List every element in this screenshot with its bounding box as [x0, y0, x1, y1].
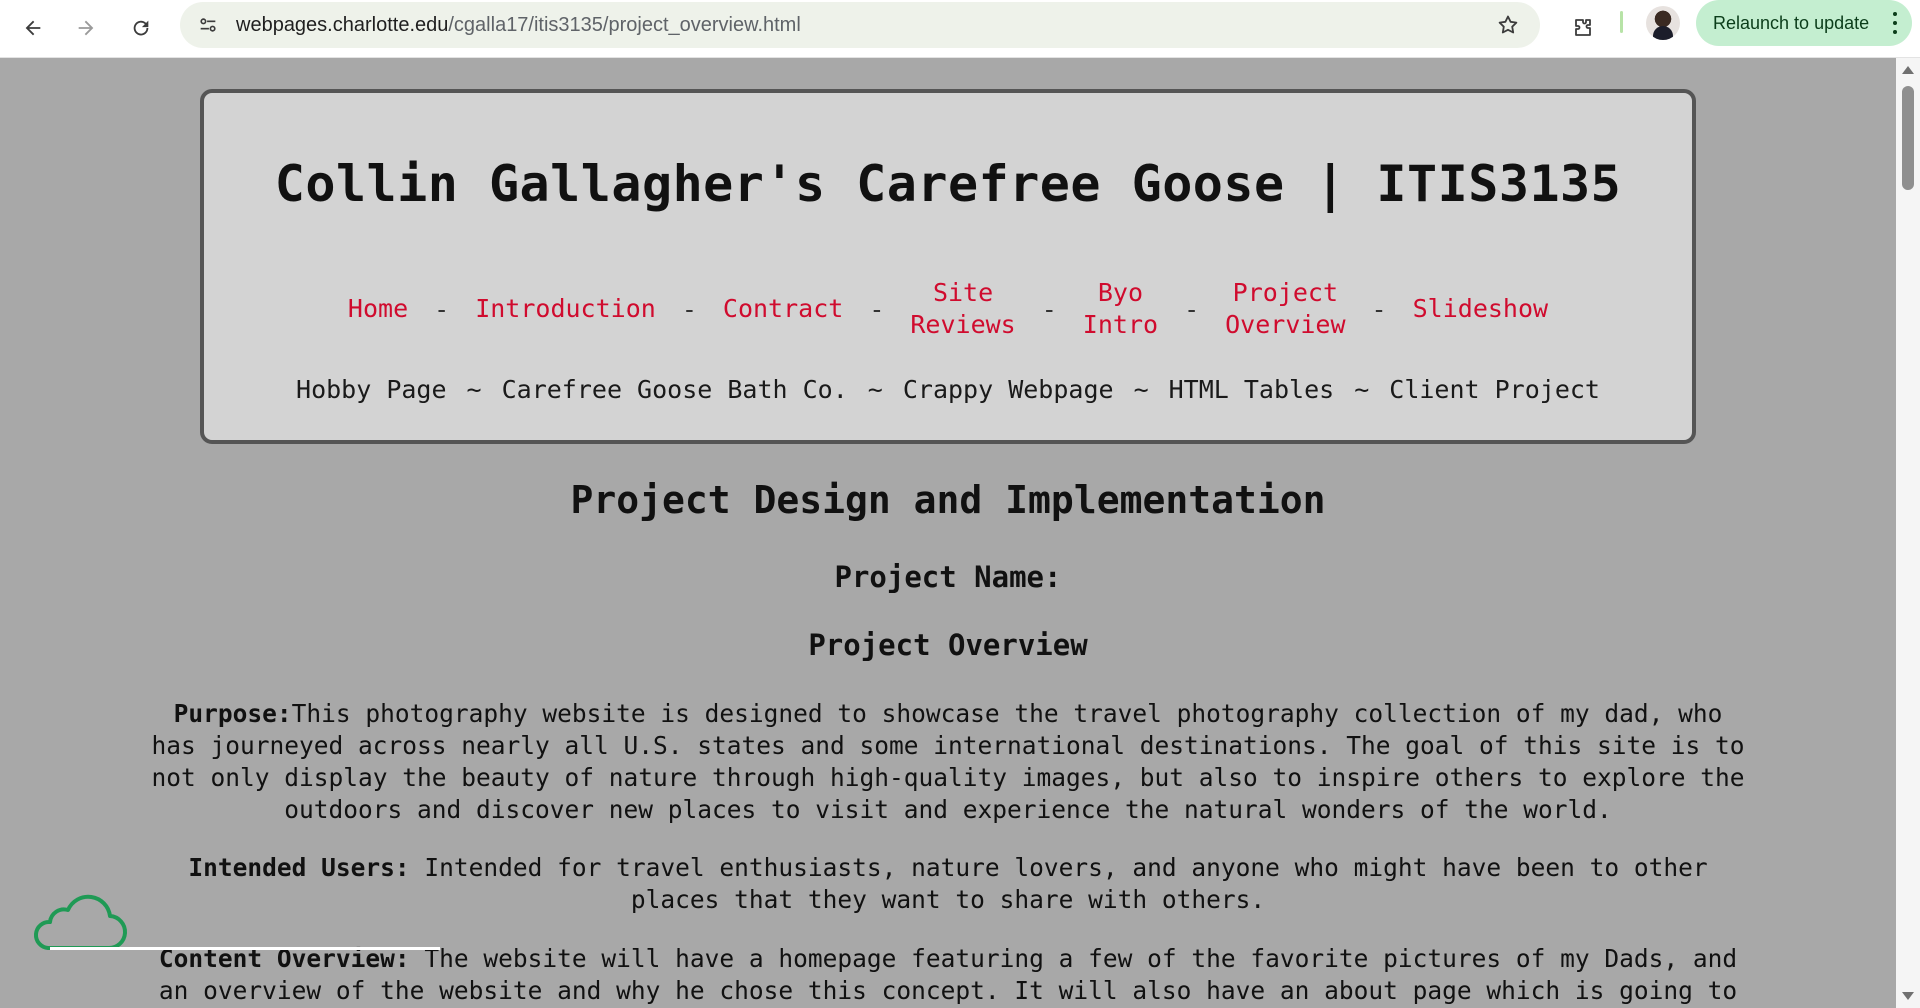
nav-link-site-reviews[interactable]: Site Reviews: [910, 277, 1015, 341]
intended-users-paragraph: Intended Users: Intended for travel enth…: [150, 852, 1746, 916]
address-bar[interactable]: webpages.charlotte.edu/cgalla17/itis3135…: [180, 2, 1540, 48]
purpose-text: This photography website is designed to …: [151, 699, 1745, 824]
nav-separator: ~: [867, 375, 883, 404]
purpose-label: Purpose:: [173, 699, 292, 728]
nav-link-project-overview[interactable]: Project Overview: [1225, 277, 1345, 341]
browser-toolbar: webpages.charlotte.edu/cgalla17/itis3135…: [0, 0, 1920, 58]
nav-separator: -: [1184, 294, 1200, 324]
back-button[interactable]: [12, 7, 54, 49]
nav-link-hobby-page[interactable]: Hobby Page: [296, 375, 447, 404]
bookmark-star-icon[interactable]: [1494, 11, 1522, 39]
reload-icon: [133, 20, 149, 36]
nav-separator: ~: [1133, 375, 1149, 404]
nav-link-slideshow[interactable]: Slideshow: [1413, 293, 1548, 325]
page-viewport: Collin Gallagher's Carefree Goose | ITIS…: [0, 58, 1896, 1008]
profile-avatar[interactable]: [1646, 6, 1680, 40]
nav-link-line: Intro: [1082, 310, 1159, 339]
scroll-down-arrow-icon[interactable]: [1902, 992, 1914, 1000]
toolbar-divider: [1620, 11, 1623, 33]
reload-button[interactable]: [120, 7, 162, 49]
url-path: /cgalla17/itis3135/project_overview.html: [448, 14, 801, 36]
puzzle-icon: [1575, 19, 1591, 36]
project-name-heading: Project Name:: [834, 560, 1062, 594]
nav-link-byo-intro[interactable]: Byo Intro: [1083, 277, 1158, 341]
relaunch-button[interactable]: Relaunch to update: [1696, 0, 1912, 46]
site-title: Collin Gallagher's Carefree Goose | ITIS…: [274, 155, 1622, 213]
nav-link-line: Site: [932, 278, 994, 307]
more-menu-icon[interactable]: [1892, 12, 1898, 34]
page-heading: Project Design and Implementation: [570, 478, 1326, 522]
nav-link-home[interactable]: Home: [348, 293, 408, 325]
cloud-icon[interactable]: [30, 890, 130, 954]
content-overview-paragraph: Content Overview: The website will have …: [150, 943, 1746, 1007]
nav-separator: -: [869, 294, 885, 324]
secondary-nav: Hobby Page ~ Carefree Goose Bath Co. ~ C…: [204, 375, 1692, 404]
nav-link-introduction[interactable]: Introduction: [475, 293, 656, 325]
page-scrollbar[interactable]: [1896, 58, 1920, 1008]
users-text: Intended for travel enthusiasts, nature …: [409, 853, 1708, 914]
forward-button[interactable]: [65, 7, 107, 49]
nav-link-crappy-webpage[interactable]: Crappy Webpage: [903, 375, 1114, 404]
nav-link-line: Overview: [1225, 310, 1346, 339]
nav-separator: -: [434, 294, 450, 324]
nav-link-line: Reviews: [910, 310, 1016, 339]
nav-separator: -: [681, 294, 697, 324]
extensions-button[interactable]: [1562, 7, 1604, 49]
nav-separator: -: [1371, 294, 1387, 324]
back-arrow-icon: [25, 20, 41, 36]
nav-link-line: Project: [1232, 278, 1339, 307]
site-header: Collin Gallagher's Carefree Goose | ITIS…: [200, 89, 1696, 444]
url-host: webpages.charlotte.edu: [236, 14, 449, 36]
nav-separator: -: [1041, 294, 1057, 324]
scroll-up-arrow-icon[interactable]: [1902, 66, 1914, 74]
project-overview-heading: Project Overview: [808, 628, 1088, 662]
nav-link-client-project[interactable]: Client Project: [1389, 375, 1600, 404]
nav-link-bath-co[interactable]: Carefree Goose Bath Co.: [502, 375, 848, 404]
nav-link-line: Byo: [1097, 278, 1143, 307]
nav-link-html-tables[interactable]: HTML Tables: [1169, 375, 1335, 404]
purpose-paragraph: Purpose:This photography website is desi…: [150, 698, 1746, 826]
scrollbar-thumb[interactable]: [1902, 86, 1914, 190]
nav-separator: ~: [1354, 375, 1370, 404]
url-text[interactable]: webpages.charlotte.edu/cgalla17/itis3135…: [236, 14, 801, 37]
download-bar-edge: [50, 947, 440, 950]
nav-separator: ~: [466, 375, 482, 404]
users-label: Intended Users:: [188, 853, 410, 882]
nav-link-contract[interactable]: Contract: [723, 293, 843, 325]
site-info-icon[interactable]: [194, 11, 222, 39]
primary-nav: Home - Introduction - Contract - Site Rev…: [204, 277, 1692, 341]
forward-arrow-icon: [78, 20, 94, 36]
relaunch-label: Relaunch to update: [1713, 12, 1870, 33]
